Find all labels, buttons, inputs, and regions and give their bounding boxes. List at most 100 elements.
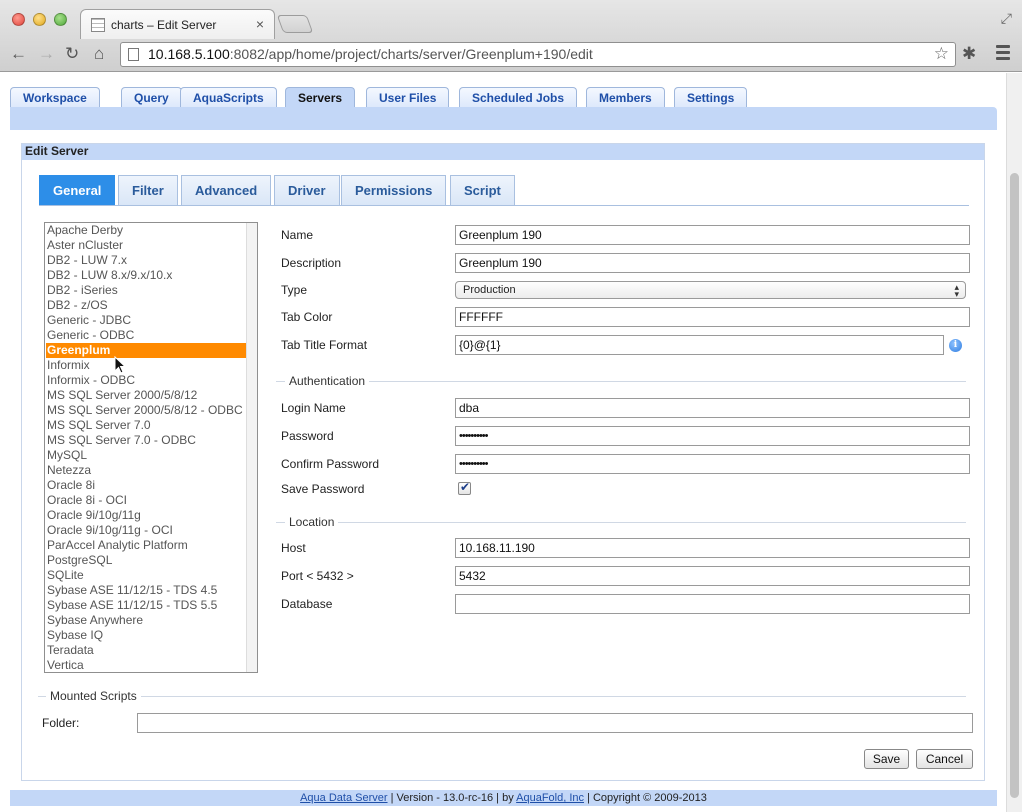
info-icon[interactable]: i bbox=[949, 339, 962, 352]
subtab-permissions[interactable]: Permissions bbox=[341, 175, 447, 206]
driver-list-item[interactable]: MS SQL Server 2000/5/8/12 - ODBC bbox=[46, 403, 246, 418]
extension-icon[interactable]: ✱ bbox=[962, 44, 976, 64]
home-icon[interactable]: ⌂ bbox=[94, 44, 104, 64]
name-label: Name bbox=[281, 228, 314, 242]
driver-list-scrollbar[interactable] bbox=[246, 223, 257, 672]
driver-list-item[interactable]: Teradata bbox=[46, 643, 246, 658]
driver-list-item[interactable]: ParAccel Analytic Platform bbox=[46, 538, 246, 553]
tab-user-files[interactable]: User Files bbox=[366, 87, 450, 109]
url-text: 10.168.5.100:8082/app/home/project/chart… bbox=[148, 46, 593, 62]
driver-list-item[interactable]: Oracle 9i/10g/11g bbox=[46, 508, 246, 523]
location-divider bbox=[276, 522, 966, 523]
driver-list-item[interactable]: SQLite bbox=[46, 568, 246, 583]
driver-list-item[interactable]: Informix - ODBC bbox=[46, 373, 246, 388]
driver-list-item[interactable]: Sybase ASE 11/12/15 - TDS 5.5 bbox=[46, 598, 246, 613]
driver-list-item[interactable]: Sybase Anywhere bbox=[46, 613, 246, 628]
tab-query[interactable]: Query bbox=[121, 87, 182, 109]
tab-scheduled-jobs[interactable]: Scheduled Jobs bbox=[459, 87, 578, 109]
sub-tab-divider bbox=[39, 205, 969, 206]
save-button[interactable]: Save bbox=[864, 749, 909, 769]
driver-list-item[interactable]: Generic - JDBC bbox=[46, 313, 246, 328]
tab-settings[interactable]: Settings bbox=[674, 87, 748, 109]
page-scrollbar[interactable] bbox=[1006, 73, 1022, 812]
database-input[interactable] bbox=[455, 594, 970, 614]
driver-list-item[interactable]: MS SQL Server 7.0 bbox=[46, 418, 246, 433]
tab-workspace[interactable]: Workspace bbox=[10, 87, 100, 109]
driver-list-item[interactable]: Netezza bbox=[46, 463, 246, 478]
port-input[interactable]: 5432 bbox=[455, 566, 970, 586]
authentication-legend: Authentication bbox=[285, 374, 370, 388]
tab-aquascripts[interactable]: AquaScripts bbox=[180, 87, 277, 109]
reload-icon[interactable]: ↻ bbox=[65, 44, 79, 64]
company-link[interactable]: AquaFold, Inc bbox=[516, 792, 584, 804]
driver-list-item[interactable]: DB2 - iSeries bbox=[46, 283, 246, 298]
driver-list-item[interactable]: Oracle 8i - OCI bbox=[46, 493, 246, 508]
driver-list-item[interactable]: DB2 - LUW 7.x bbox=[46, 253, 246, 268]
password-input[interactable]: •••••••••• bbox=[455, 426, 970, 446]
driver-list-item[interactable]: Aster nCluster bbox=[46, 238, 246, 253]
host-input[interactable]: 10.168.11.190 bbox=[455, 538, 970, 558]
driver-list-item[interactable]: Informix bbox=[46, 358, 246, 373]
new-tab-button[interactable] bbox=[276, 15, 314, 33]
password-label: Password bbox=[281, 429, 334, 443]
tab-members[interactable]: Members bbox=[586, 87, 665, 109]
confirm-password-input[interactable]: •••••••••• bbox=[455, 454, 970, 474]
panel-title: Edit Server bbox=[22, 144, 984, 160]
driver-list-item[interactable]: Sybase ASE 11/12/15 - TDS 4.5 bbox=[46, 583, 246, 598]
tab-color-input[interactable]: FFFFFF bbox=[455, 307, 970, 327]
driver-items: Apache Derby Aster nCluster DB2 - LUW 7.x D… bbox=[46, 223, 246, 672]
driver-list-item[interactable]: DB2 - z/OS bbox=[46, 298, 246, 313]
product-link[interactable]: Aqua Data Server bbox=[300, 792, 387, 804]
mouse-cursor-icon bbox=[114, 356, 126, 374]
browser-tab[interactable]: charts – Edit Server × bbox=[80, 9, 275, 39]
driver-list-item[interactable]: Oracle 8i bbox=[46, 478, 246, 493]
subtab-advanced[interactable]: Advanced bbox=[181, 175, 272, 206]
address-bar[interactable]: 10.168.5.100:8082/app/home/project/chart… bbox=[120, 42, 956, 67]
subtab-driver[interactable]: Driver bbox=[274, 175, 340, 206]
subtab-filter[interactable]: Filter bbox=[118, 175, 178, 206]
type-select[interactable]: Production ▴ ▾ bbox=[455, 281, 966, 299]
menu-icon[interactable] bbox=[996, 45, 1010, 63]
subtab-script[interactable]: Script bbox=[450, 175, 515, 206]
copyright-text: | Copyright © 2009-2013 bbox=[584, 792, 707, 804]
driver-list-item[interactable]: MS SQL Server 7.0 - ODBC bbox=[46, 433, 246, 448]
driver-list-item[interactable]: MySQL bbox=[46, 448, 246, 463]
driver-list[interactable]: Apache Derby Aster nCluster DB2 - LUW 7.x D… bbox=[44, 222, 258, 673]
driver-list-item[interactable]: Sybase IQ bbox=[46, 628, 246, 643]
page-favicon-icon bbox=[91, 18, 105, 32]
type-label: Type bbox=[281, 283, 308, 297]
tab-servers[interactable]: Servers bbox=[285, 87, 356, 109]
driver-list-item[interactable]: MS SQL Server 2000/5/8/12 bbox=[46, 388, 246, 403]
driver-list-item[interactable]: DB2 - LUW 8.x/9.x/10.x bbox=[46, 268, 246, 283]
port-label: Port < 5432 > bbox=[281, 569, 354, 583]
save-password-checkbox[interactable] bbox=[458, 480, 471, 495]
driver-list-item[interactable]: Greenplum bbox=[46, 343, 246, 358]
cancel-button[interactable]: Cancel bbox=[916, 749, 973, 769]
driver-list-item[interactable]: Vertica bbox=[46, 658, 246, 672]
window-minimize-button[interactable] bbox=[33, 13, 46, 26]
driver-list-item[interactable]: Oracle 9i/10g/11g - OCI bbox=[46, 523, 246, 538]
folder-label: Folder: bbox=[42, 716, 80, 730]
description-input[interactable]: Greenplum 190 bbox=[455, 253, 970, 273]
folder-input[interactable] bbox=[137, 713, 973, 733]
window-close-button[interactable] bbox=[12, 13, 25, 26]
fullscreen-icon[interactable]: ⤢ bbox=[1001, 10, 1012, 27]
database-label: Database bbox=[281, 597, 333, 611]
window-maximize-button[interactable] bbox=[54, 13, 67, 26]
bookmark-star-icon[interactable]: ☆ bbox=[934, 44, 949, 64]
footer: Aqua Data Server | Version - 13.0-rc-16 … bbox=[10, 790, 997, 806]
tab-title-format-input[interactable]: {0}@{1} bbox=[455, 335, 944, 355]
back-icon[interactable]: ← bbox=[10, 44, 27, 64]
driver-list-item[interactable]: Generic - ODBC bbox=[46, 328, 246, 343]
login-name-input[interactable]: dba bbox=[455, 398, 970, 418]
driver-list-item[interactable]: PostgreSQL bbox=[46, 553, 246, 568]
close-tab-icon[interactable]: × bbox=[256, 16, 264, 32]
driver-list-item[interactable]: Apache Derby bbox=[46, 223, 246, 238]
name-input[interactable]: Greenplum 190 bbox=[455, 225, 970, 245]
authentication-divider bbox=[276, 381, 966, 382]
tab-title-format-label: Tab Title Format bbox=[281, 338, 368, 352]
mounted-scripts-legend: Mounted Scripts bbox=[46, 689, 141, 703]
forward-icon[interactable]: → bbox=[38, 44, 55, 64]
subtab-general[interactable]: General bbox=[39, 175, 116, 206]
page-scrollbar-thumb[interactable] bbox=[1010, 173, 1019, 798]
